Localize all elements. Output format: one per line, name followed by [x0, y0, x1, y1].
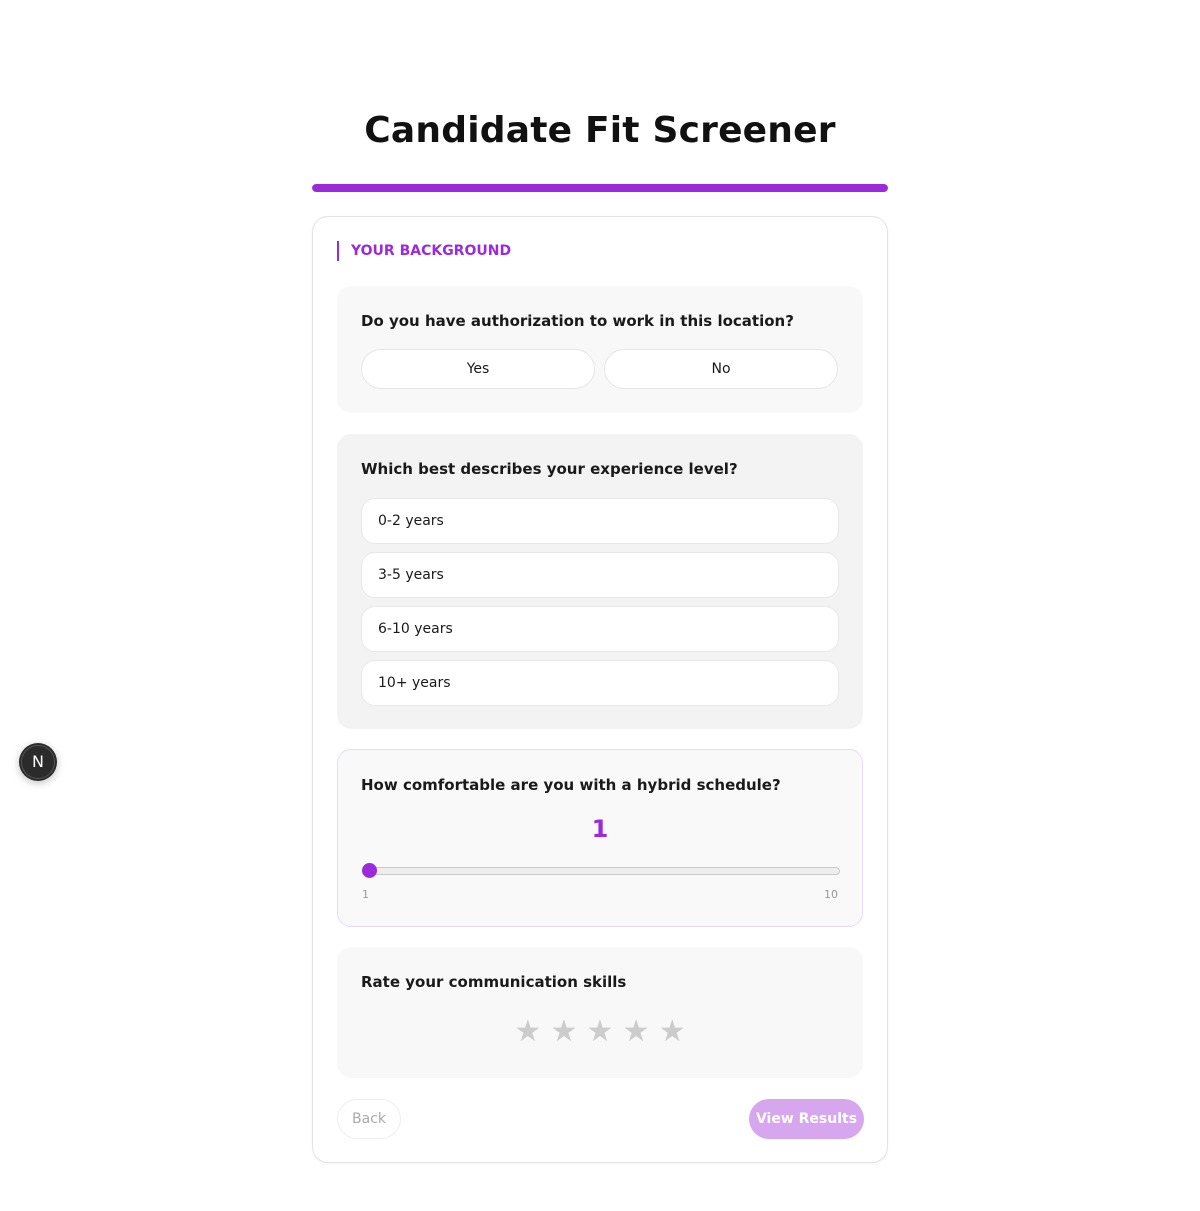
star-1-icon[interactable]: ★: [512, 1015, 543, 1049]
question-experience-text: Which best describes your experience lev…: [361, 460, 738, 478]
progress-bar: [312, 184, 888, 192]
star-3-icon[interactable]: ★: [585, 1015, 616, 1049]
hybrid-slider-thumb[interactable]: [362, 863, 377, 878]
screener-card: YOUR BACKGROUND Do you have authorizatio…: [312, 216, 888, 1163]
authorization-no-button[interactable]: No: [604, 349, 838, 389]
authorization-yes-button[interactable]: Yes: [361, 349, 595, 389]
question-experience: Which best describes your experience lev…: [337, 434, 863, 729]
star-4-icon[interactable]: ★: [621, 1015, 652, 1049]
view-results-button[interactable]: View Results: [749, 1099, 864, 1139]
hybrid-slider-max-label: 10: [824, 888, 838, 901]
experience-option-10-plus[interactable]: 10+ years: [361, 660, 839, 706]
question-authorization: Do you have authorization to work in thi…: [337, 286, 863, 413]
section-label: YOUR BACKGROUND: [337, 241, 511, 261]
back-button[interactable]: Back: [337, 1099, 401, 1139]
hybrid-slider-track[interactable]: [362, 867, 840, 875]
question-authorization-text: Do you have authorization to work in thi…: [361, 312, 794, 330]
question-communication-text: Rate your communication skills: [361, 973, 627, 991]
question-communication: Rate your communication skills ★ ★ ★ ★ ★: [337, 947, 863, 1078]
experience-option-3-5[interactable]: 3-5 years: [361, 552, 839, 598]
authorization-options: Yes No: [361, 349, 839, 389]
experience-option-0-2[interactable]: 0-2 years: [361, 498, 839, 544]
hybrid-slider-min-label: 1: [362, 888, 369, 901]
star-5-icon[interactable]: ★: [657, 1015, 688, 1049]
communication-star-rating: ★ ★ ★ ★ ★: [337, 1015, 863, 1049]
dev-tools-badge[interactable]: N: [19, 743, 57, 781]
question-hybrid: How comfortable are you with a hybrid sc…: [337, 749, 863, 927]
page-title: Candidate Fit Screener: [364, 110, 836, 151]
star-2-icon[interactable]: ★: [548, 1015, 579, 1049]
experience-option-6-10[interactable]: 6-10 years: [361, 606, 839, 652]
progress-bar-fill: [312, 184, 888, 192]
hybrid-slider-value: 1: [591, 815, 609, 843]
question-hybrid-text: How comfortable are you with a hybrid sc…: [361, 776, 781, 794]
